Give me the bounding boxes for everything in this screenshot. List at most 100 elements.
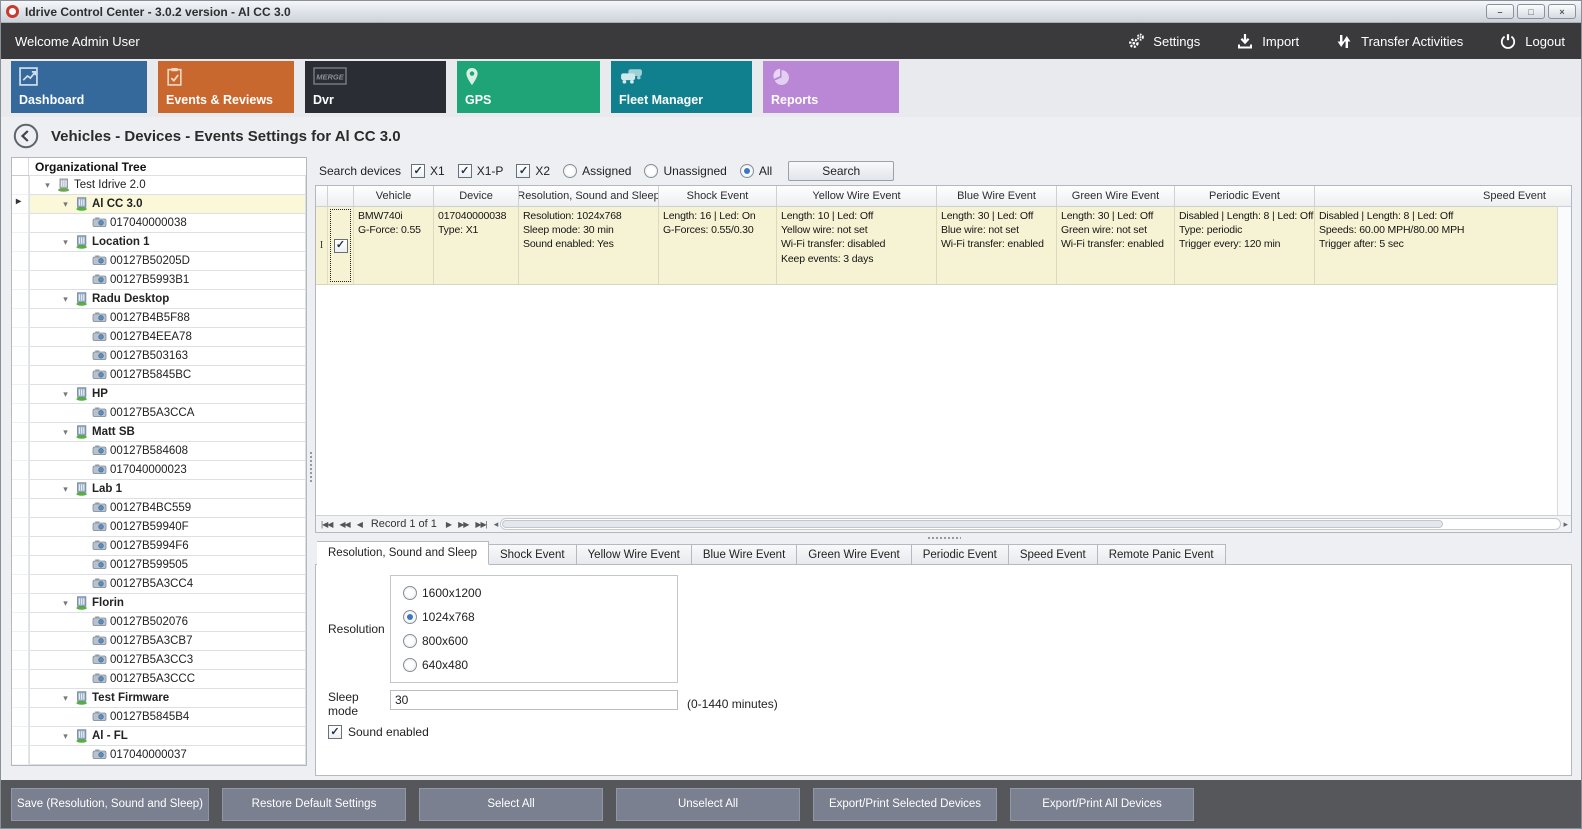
expand-collapse-icon[interactable]: ▾ (60, 598, 71, 609)
nav-tab[interactable]: MERGE Events & Reviews (158, 61, 294, 113)
assignment-filter-radio[interactable]: All (740, 164, 772, 178)
scroll-left-icon[interactable]: ◂ (494, 519, 499, 530)
detail-tab[interactable]: Blue Wire Event (692, 544, 797, 565)
column-header[interactable]: Device (434, 186, 519, 206)
column-header[interactable]: Resolution, Sound and Sleep (519, 186, 659, 206)
column-header[interactable]: Yellow Wire Event (777, 186, 937, 206)
tree-node-row[interactable]: ▸ ▾ 017040000037 (12, 746, 306, 765)
detail-tab[interactable]: Remote Panic Event (1098, 544, 1226, 565)
column-header[interactable]: Vehicle (354, 186, 434, 206)
expand-collapse-icon[interactable]: ▾ (60, 199, 71, 210)
tree-node-row[interactable]: ▸ ▾ 017040000038 (12, 214, 306, 233)
expand-collapse-icon[interactable]: ▾ (60, 294, 71, 305)
tree-node-row[interactable]: ▸ ▾ 00127B50205D (12, 252, 306, 271)
horizontal-splitter[interactable] (927, 536, 961, 540)
nav-tab[interactable]: MERGE Dvr (305, 61, 446, 113)
tree-node-row[interactable]: ▸ ▾ Al CC 3.0 (12, 195, 306, 214)
tree-node-row[interactable]: ▸ ▾ 00127B59940F (12, 518, 306, 537)
detail-tab[interactable]: Speed Event (1009, 544, 1098, 565)
scrollbar-track[interactable] (500, 518, 1561, 530)
detail-tab[interactable]: Shock Event (489, 544, 577, 565)
expand-collapse-icon[interactable]: ▾ (60, 427, 71, 438)
tree-node-row[interactable]: ▸ ▾ 00127B5A3CC4 (12, 575, 306, 594)
resolution-radio[interactable]: 640x480 (403, 658, 677, 672)
column-header[interactable]: Blue Wire Event (937, 186, 1057, 206)
tree-node-row[interactable]: ▸ ▾ 00127B5A3CC3 (12, 651, 306, 670)
row-select-checkbox[interactable]: ✓ (334, 239, 348, 253)
tree-node-row[interactable]: ▸ ▾ 017040000023 (12, 461, 306, 480)
scrollbar-thumb[interactable] (502, 520, 1443, 528)
footer-button[interactable]: Save (Resolution, Sound and Sleep) (11, 788, 209, 821)
footer-button[interactable]: Select All (419, 788, 603, 821)
resolution-radio[interactable]: 1024x768 (403, 610, 677, 624)
footer-button[interactable]: Export/Print Selected Devices (813, 788, 997, 821)
back-button[interactable] (13, 123, 39, 149)
close-icon[interactable]: × (1548, 4, 1576, 19)
tree-node-row[interactable]: ▸ ▾ 00127B503163 (12, 347, 306, 366)
tree-node-row[interactable]: ▸ ▾ 00127B502076 (12, 613, 306, 632)
footer-button[interactable]: Export/Print All Devices (1010, 788, 1194, 821)
topbar-action-button[interactable]: Logout (1499, 32, 1565, 50)
tree-node-row[interactable]: ▸ ▾ 00127B5845B4 (12, 708, 306, 727)
tree-node-row[interactable]: ▸ ▾ Florin (12, 594, 306, 613)
sleep-mode-input[interactable] (390, 690, 678, 710)
column-header[interactable]: Periodic Event (1175, 186, 1315, 206)
resolution-radio[interactable]: 1600x1200 (403, 586, 677, 600)
tree-node-row[interactable]: ▸ ▾ Lab 1 (12, 480, 306, 499)
tree-node-row[interactable]: ▸ ▾ Al - FL (12, 727, 306, 746)
resolution-radio[interactable]: 800x600 (403, 634, 677, 648)
next-page-icon[interactable]: ▶▶ (458, 520, 468, 529)
tree-node-row[interactable]: ▸ ▾ 00127B5994F6 (12, 537, 306, 556)
expand-collapse-icon[interactable]: ▾ (60, 237, 71, 248)
expand-collapse-icon[interactable]: ▾ (60, 693, 71, 704)
column-header[interactable]: Speed Event (1315, 186, 1572, 206)
tree-node-row[interactable]: ▸ ▾ Radu Desktop (12, 290, 306, 309)
topbar-action-button[interactable]: Import (1236, 32, 1299, 50)
tree-node-row[interactable]: ▸ ▾ 00127B5993B1 (12, 271, 306, 290)
expand-collapse-icon[interactable]: ▾ (60, 731, 71, 742)
scroll-right-icon[interactable]: ▸ (1563, 519, 1568, 530)
prev-page-icon[interactable]: ◀◀ (339, 520, 349, 529)
tree-node-row[interactable]: ▸ ▾ 00127B4BC559 (12, 499, 306, 518)
tree-node-row[interactable]: ▸ ▾ 00127B4B5F88 (12, 309, 306, 328)
device-type-checkbox[interactable]: ✓ X1 (411, 164, 445, 178)
tree-node-row[interactable]: ▸ ▾ 00127B599505 (12, 556, 306, 575)
expand-collapse-icon[interactable]: ▾ (60, 484, 71, 495)
tree-node-row[interactable]: ▸ ▾ Test Firmware (12, 689, 306, 708)
nav-tab[interactable]: MERGE GPS (457, 61, 600, 113)
tree-node-row[interactable]: ▸ ▾ 00127B584608 (12, 442, 306, 461)
minimize-icon[interactable]: – (1486, 4, 1514, 19)
last-record-icon[interactable]: ▶▶| (475, 520, 486, 529)
device-type-checkbox[interactable]: ✓ X1-P (458, 164, 504, 178)
tree-node-row[interactable]: ▸ ▾ Test Idrive 2. (12, 176, 306, 195)
footer-button[interactable]: Unselect All (616, 788, 800, 821)
column-header[interactable]: Shock Event (659, 186, 777, 206)
prev-record-icon[interactable]: ◀ (357, 520, 362, 529)
detail-tab[interactable]: Green Wire Event (797, 544, 911, 565)
assignment-filter-radio[interactable]: Unassigned (644, 164, 726, 178)
grid-vertical-scrollbar[interactable] (1557, 207, 1571, 515)
tree-node-row[interactable]: ▸ ▾ HP (12, 385, 306, 404)
tree-node-row[interactable]: ▸ ▾ Location 1 (12, 233, 306, 252)
first-record-icon[interactable]: |◀◀ (321, 520, 332, 529)
tree-node-row[interactable]: ▸ ▾ 00127B4EEA78 (12, 328, 306, 347)
column-header[interactable]: Green Wire Event (1057, 186, 1175, 206)
nav-tab[interactable]: MERGE Fleet Manager (611, 61, 752, 113)
assignment-filter-radio[interactable]: Assigned (563, 164, 631, 178)
vertical-splitter[interactable] (307, 157, 315, 776)
topbar-action-button[interactable]: Transfer Activities (1335, 32, 1463, 50)
next-record-icon[interactable]: ▶ (446, 520, 451, 529)
device-grid-row[interactable]: I ✓ BMW740iG-Force: 0.55 (316, 207, 1571, 285)
expand-collapse-icon[interactable]: ▾ (42, 180, 53, 191)
nav-tab[interactable]: MERGE Dashboard (11, 61, 147, 113)
row-select-cell[interactable]: ✓ (328, 207, 354, 284)
detail-tab[interactable]: Periodic Event (912, 544, 1009, 565)
expand-collapse-icon[interactable]: ▾ (60, 389, 71, 400)
tree-node-row[interactable]: ▸ ▾ 00127B5A3CCC (12, 670, 306, 689)
device-type-checkbox[interactable]: ✓ X2 (516, 164, 550, 178)
detail-tab[interactable]: Resolution, Sound and Sleep (317, 541, 489, 565)
tree-node-row[interactable]: ▸ ▾ 00127B5A3CCA (12, 404, 306, 423)
topbar-action-button[interactable]: Settings (1127, 32, 1200, 50)
tree-node-row[interactable]: ▸ ▾ 00127B5A3CB7 (12, 632, 306, 651)
detail-tab[interactable]: Yellow Wire Event (577, 544, 692, 565)
